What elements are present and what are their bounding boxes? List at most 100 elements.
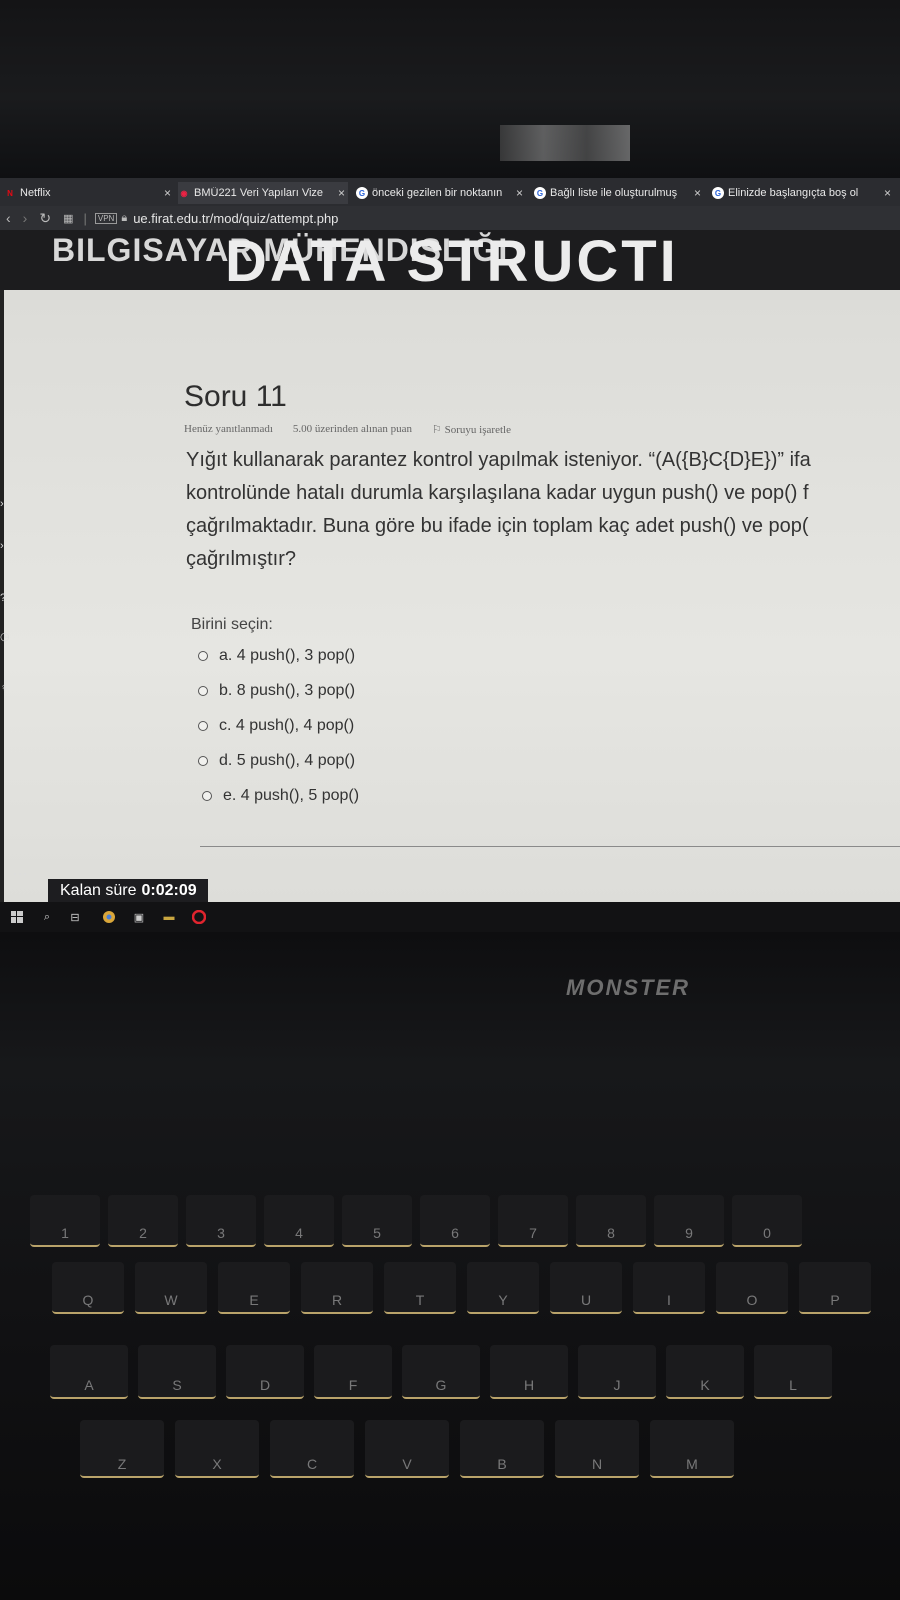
- key-m: M: [650, 1420, 734, 1478]
- key-label: T: [415, 1292, 425, 1308]
- screen-glare: [500, 125, 630, 161]
- key-label: S: [172, 1377, 182, 1393]
- key-label: M: [686, 1456, 698, 1472]
- key-label: 9: [685, 1225, 693, 1241]
- opera-icon[interactable]: [192, 910, 206, 924]
- file-explorer-icon[interactable]: ▬: [162, 910, 176, 924]
- tab-google-search-2[interactable]: G Bağlı liste ile oluşturulmuş ×: [534, 182, 704, 204]
- answer-option-b[interactable]: b. 8 push(), 3 pop(): [198, 682, 355, 700]
- lightbulb-icon[interactable]: ♀: [0, 682, 10, 694]
- task-view-icon[interactable]: ⊟: [68, 910, 82, 924]
- close-tab-icon[interactable]: ×: [338, 186, 345, 200]
- key-label: 4: [295, 1225, 303, 1241]
- answer-option-c[interactable]: c. 4 push(), 4 pop(): [198, 717, 354, 735]
- key-label: O: [746, 1292, 758, 1308]
- key-label: R: [331, 1292, 343, 1308]
- key-label: K: [700, 1377, 710, 1393]
- tab-title: BMÜ221 Veri Yapıları Vize: [194, 187, 324, 199]
- key-label: C: [306, 1456, 318, 1472]
- key-label: Q: [82, 1292, 94, 1308]
- radio-button[interactable]: [202, 791, 212, 801]
- radio-button[interactable]: [198, 651, 208, 661]
- arrow-icon[interactable]: ›: [0, 540, 10, 552]
- flag-label: Soruyu işaretle: [444, 424, 511, 436]
- close-tab-icon[interactable]: ×: [164, 186, 171, 200]
- key-label: B: [497, 1456, 507, 1472]
- radio-button[interactable]: [198, 686, 208, 696]
- divider: [200, 846, 900, 847]
- store-icon[interactable]: ▣: [132, 910, 146, 924]
- flag-question-link[interactable]: ⚐ Soruyu işaretle: [432, 423, 511, 436]
- tab-google-search-3[interactable]: G Elinizde başlangıçta boş ol ×: [712, 182, 896, 204]
- close-tab-icon[interactable]: ×: [516, 186, 523, 200]
- key-c: C: [270, 1420, 354, 1478]
- key-label: Y: [498, 1292, 508, 1308]
- key-9: 9: [654, 1195, 724, 1247]
- key-label: P: [830, 1292, 840, 1308]
- tab-netflix[interactable]: N Netflix ×: [4, 182, 172, 204]
- key-o: O: [716, 1262, 788, 1314]
- chrome-icon[interactable]: [102, 910, 116, 924]
- key-label: V: [402, 1456, 412, 1472]
- tab-title: Netflix: [20, 187, 51, 199]
- search-icon[interactable]: ⌕: [40, 910, 54, 924]
- room-background: [0, 0, 900, 178]
- windows-start-icon[interactable]: [10, 910, 24, 924]
- key-label: A: [84, 1377, 94, 1393]
- close-tab-icon[interactable]: ×: [884, 186, 891, 200]
- timer-value: 0:02:09: [141, 882, 197, 899]
- key-label: F: [348, 1377, 358, 1393]
- key-5: 5: [342, 1195, 412, 1247]
- forward-icon[interactable]: ›: [23, 210, 28, 226]
- key-p: P: [799, 1262, 871, 1314]
- radio-button[interactable]: [198, 721, 208, 731]
- key-z: Z: [80, 1420, 164, 1478]
- key-7: 7: [498, 1195, 568, 1247]
- site-banner: BILGISAYAR MÜHENDISLIĞI DATA STRUCTI: [0, 230, 900, 290]
- key-label: U: [580, 1292, 592, 1308]
- banner-course-text: DATA STRUCTI: [225, 230, 679, 290]
- key-label: 0: [763, 1225, 771, 1241]
- key-label: X: [212, 1456, 222, 1472]
- key-n: N: [555, 1420, 639, 1478]
- key-label: 8: [607, 1225, 615, 1241]
- google-icon: G: [534, 187, 546, 199]
- tab-bmu221-quiz[interactable]: ◉ BMÜ221 Veri Yapıları Vize ×: [178, 182, 348, 204]
- key-label: 3: [217, 1225, 225, 1241]
- tab-google-search-1[interactable]: G önceki gezilen bir noktanın ×: [356, 182, 526, 204]
- key-label: Z: [117, 1456, 127, 1472]
- clock-icon[interactable]: ◷: [0, 630, 10, 643]
- radio-button[interactable]: [198, 756, 208, 766]
- question-points: 5.00 üzerinden alınan puan: [292, 423, 413, 435]
- vpn-badge[interactable]: VPN: [94, 212, 118, 224]
- reload-icon[interactable]: ↻: [39, 210, 51, 227]
- option-label: d. 5 push(), 4 pop(): [219, 752, 356, 769]
- netflix-icon: N: [7, 188, 13, 198]
- back-icon[interactable]: ‹: [6, 210, 11, 226]
- quiz-page: [4, 290, 900, 902]
- tab-title: Bağlı liste ile oluşturulmuş: [550, 187, 678, 199]
- help-icon[interactable]: ?: [0, 592, 10, 604]
- key-6: 6: [420, 1195, 490, 1247]
- question-text: Yığıt kullanarak parantez kontrol yapılm…: [186, 449, 811, 570]
- speed-dial-icon[interactable]: ▦: [63, 212, 73, 225]
- google-icon: G: [712, 187, 724, 199]
- question-title: Soru 11: [184, 380, 287, 413]
- answer-option-a[interactable]: a. 4 push(), 3 pop(): [198, 647, 355, 665]
- key-1: 1: [30, 1195, 100, 1247]
- key-label: H: [523, 1377, 535, 1393]
- key-t: T: [384, 1262, 456, 1314]
- answer-option-e[interactable]: e. 4 push(), 5 pop(): [202, 787, 359, 805]
- key-label: L: [789, 1377, 797, 1393]
- choose-label: Birini seçin:: [191, 616, 273, 633]
- quiz-timer: Kalan süre 0:02:09: [48, 879, 208, 903]
- answer-option-d[interactable]: d. 5 push(), 4 pop(): [198, 752, 355, 770]
- key-q: Q: [52, 1262, 124, 1314]
- close-tab-icon[interactable]: ×: [694, 186, 701, 200]
- option-label: e. 4 push(), 5 pop(): [223, 787, 360, 804]
- url-field[interactable]: ue.firat.edu.tr/mod/quiz/attempt.php: [133, 211, 338, 226]
- question-info: Henüz yanıtlanmadı 5.00 üzerinden alınan…: [184, 423, 511, 436]
- more-icon[interactable]: …: [12, 862, 28, 880]
- chevron-right-icon[interactable]: ›: [0, 498, 10, 510]
- key-label: G: [435, 1377, 447, 1393]
